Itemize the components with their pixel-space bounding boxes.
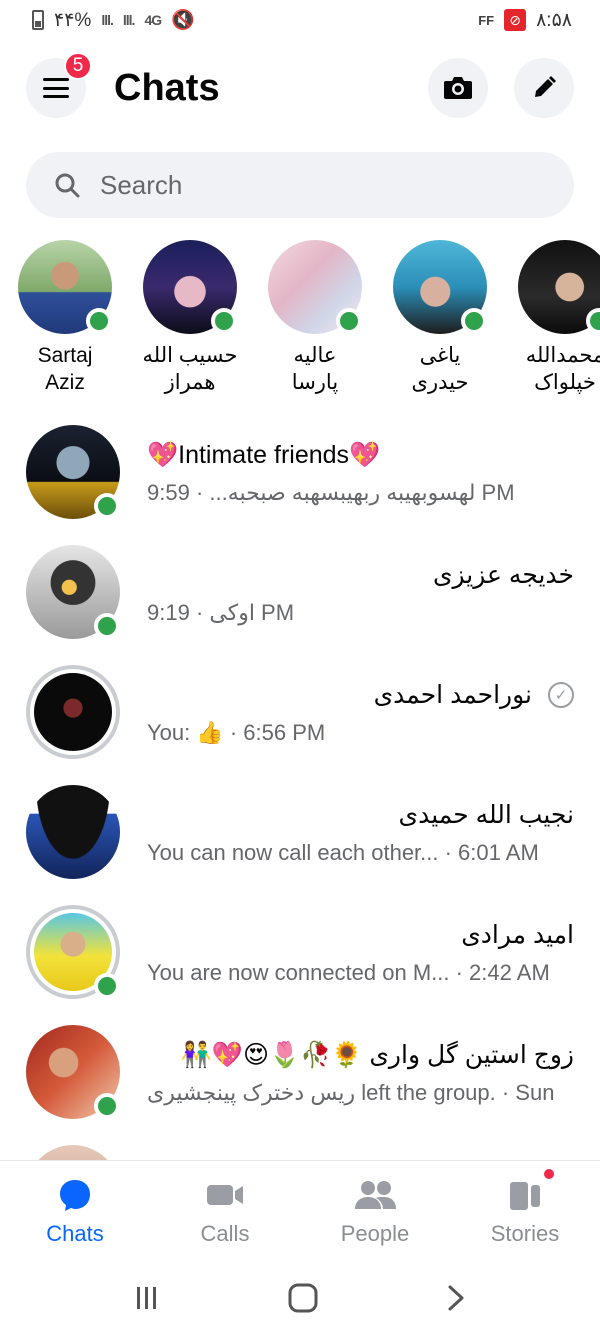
search-bar[interactable] — [26, 152, 574, 218]
status-left: ۴۴% lll. lll. 4G 🔇 — [32, 8, 195, 32]
tab-calls[interactable]: Calls — [150, 1161, 300, 1260]
story-item[interactable]: یاغی حیدری — [393, 240, 487, 405]
chat-name: امید مرادی — [461, 921, 574, 949]
tab-label: People — [340, 1221, 410, 1246]
online-indicator — [461, 308, 487, 334]
notification-app-badge: FF — [478, 12, 495, 28]
recent-apps-icon[interactable] — [132, 1283, 162, 1313]
chat-preview: You can now call each other... · 6:01 AM — [147, 840, 539, 865]
chat-preview: لهسوبهیبه ربهیبسهبه صبحبه... · 9:59 PM — [147, 480, 515, 505]
home-icon[interactable] — [287, 1282, 319, 1314]
video-camera-icon — [207, 1185, 243, 1205]
back-icon[interactable] — [444, 1283, 468, 1313]
online-indicator — [211, 308, 237, 334]
story-item[interactable]: عالیه پارسا — [268, 240, 362, 405]
tab-label: Stories — [490, 1221, 560, 1246]
status-bar: ۴۴% lll. lll. 4G 🔇 FF ⊘ ۸:۵۸ — [0, 0, 600, 40]
chat-name: 💖Intimate friends💖 — [147, 441, 381, 469]
story-item[interactable]: Sartaj Aziz — [18, 240, 112, 405]
stories-notification-dot — [542, 1167, 556, 1181]
page-title: Chats — [114, 66, 220, 109]
chat-bubble-icon — [60, 1180, 90, 1211]
chat-row[interactable]: زوج استین گل واری 🌻🥀🌷😍💖👫 ریس دخترک پینجش… — [0, 1012, 600, 1132]
search-icon — [55, 173, 80, 198]
story-name: محمدالله خپلواک — [525, 344, 600, 394]
tab-chats[interactable]: Chats — [0, 1161, 150, 1260]
pencil-icon — [535, 76, 556, 97]
tab-label: Calls — [200, 1221, 250, 1246]
chat-name: نوراحمد احمدی — [373, 681, 532, 709]
header-actions — [428, 58, 574, 118]
avatar — [26, 665, 120, 759]
app-notification-icon: ⊘ — [504, 9, 527, 31]
story-name: عالیه پارسا — [291, 344, 339, 394]
network-type: 4G — [144, 12, 162, 28]
online-indicator — [94, 973, 120, 999]
signal-icon-2: lll. — [122, 12, 136, 28]
people-icon — [355, 1181, 396, 1209]
tab-people[interactable]: People — [300, 1161, 450, 1260]
chat-row[interactable]: نوراحمد احمدی ✓ You: 👍 · 6:56 PM — [0, 652, 600, 772]
active-stories-row: Sartaj Aziz حسیب الله همراز عالیه پارسا یاغ… — [18, 240, 600, 405]
read-receipt-icon: ✓ — [548, 682, 574, 708]
avatar — [26, 1145, 120, 1160]
compose-button[interactable] — [514, 58, 574, 118]
chat-row[interactable]: نجیب الله حمیدی You can now call each ot… — [0, 772, 600, 892]
chat-preview: ریس دخترک پینجشیری left the group. · Sun — [147, 1080, 555, 1105]
chat-preview: You are now connected on M... · 2:42 AM — [147, 960, 550, 985]
chat-row-partial[interactable] — [0, 1132, 600, 1160]
battery-icon — [32, 10, 44, 30]
search-input[interactable] — [100, 169, 520, 201]
story-name: Sartaj Aziz — [37, 344, 93, 394]
tab-stories[interactable]: Stories — [450, 1161, 600, 1260]
menu-notification-badge: 5 — [64, 52, 92, 80]
clock: ۸:۵۸ — [536, 9, 572, 31]
camera-icon — [444, 77, 472, 99]
bottom-navigation: Chats Calls People Stories — [0, 1160, 600, 1260]
chat-row[interactable]: امید مرادی You are now connected on M...… — [0, 892, 600, 1012]
signal-icon: lll. — [101, 12, 114, 28]
chat-name: نجیب الله حمیدی — [398, 801, 574, 829]
story-item[interactable]: حسیب الله همراز — [143, 240, 237, 405]
camera-button[interactable] — [428, 58, 488, 118]
chat-preview: اوکی · 9:19 PM — [147, 600, 295, 625]
online-indicator — [586, 308, 600, 334]
chat-list: 💖Intimate friends💖 لهسوبهیبه ربهیبسهبه ص… — [0, 412, 600, 1160]
chat-row[interactable]: 💖Intimate friends💖 لهسوبهیبه ربهیبسهبه ص… — [0, 412, 600, 532]
mute-icon: 🔇 — [171, 10, 195, 31]
online-indicator — [94, 613, 120, 639]
stories-icon — [510, 1182, 540, 1210]
chat-preview: You: 👍 · 6:56 PM — [147, 720, 326, 745]
online-indicator — [94, 1093, 120, 1119]
story-name: یاغی حیدری — [411, 344, 469, 394]
header: 5 Chats — [26, 52, 574, 120]
online-indicator — [86, 308, 112, 334]
chat-name: زوج استین گل واری 🌻🥀🌷😍💖👫 — [180, 1041, 574, 1069]
story-name: حسیب الله همراز — [142, 344, 238, 394]
status-right: FF ⊘ ۸:۵۸ — [478, 9, 572, 32]
chat-name: خدیجه عزیزی — [432, 561, 574, 589]
hamburger-icon — [43, 78, 69, 98]
tab-label: Chats — [46, 1221, 104, 1246]
online-indicator — [336, 308, 362, 334]
avatar — [26, 785, 120, 879]
story-item[interactable]: محمدالله خپلواک — [518, 240, 600, 405]
system-navigation-bar — [0, 1262, 600, 1333]
menu-button[interactable]: 5 — [26, 52, 92, 118]
online-indicator — [94, 493, 120, 519]
battery-percent: ۴۴% — [54, 9, 92, 31]
chat-row[interactable]: خدیجه عزیزی اوکی · 9:19 PM — [0, 532, 600, 652]
